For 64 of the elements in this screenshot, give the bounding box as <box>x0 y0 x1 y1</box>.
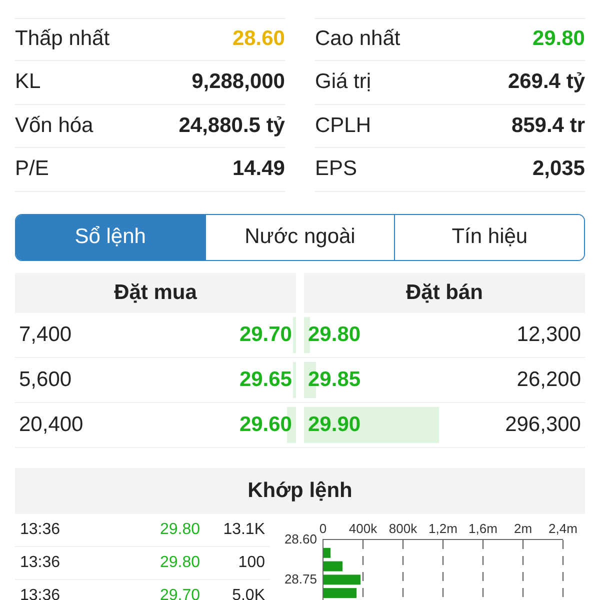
volume-bar <box>324 560 342 571</box>
stat-label: P/E <box>15 157 49 182</box>
stat-label: CPLH <box>315 114 372 138</box>
grid-line <box>482 539 484 600</box>
axis-tick-label: 800k <box>388 520 418 536</box>
grid-line <box>362 539 364 600</box>
stat-value: 859.4 tr <box>511 114 585 138</box>
tab[interactable]: Sổ lệnh <box>16 214 205 260</box>
column-header: Đặt mua <box>15 272 296 312</box>
trade-time: 13:36 <box>20 554 62 572</box>
ask-price: 29.85 <box>308 368 361 392</box>
trade-volume: 100 <box>237 554 265 572</box>
axis-tick-label: 1,2m <box>428 520 458 536</box>
grid-line <box>402 539 404 600</box>
bid-price: 29.65 <box>239 368 292 392</box>
trade-time: 13:36 <box>20 520 62 538</box>
tab[interactable]: Tín hiệu <box>394 214 584 260</box>
trade-price: 29.80 <box>158 520 200 538</box>
section-header: Khớp lệnh <box>15 468 585 514</box>
stat-value: 9,288,000 <box>192 70 285 94</box>
trade-volume: 5.0K <box>231 586 265 600</box>
volume-bar <box>324 547 330 558</box>
grid-line <box>562 539 564 600</box>
ask-volume: 296,300 <box>505 412 581 436</box>
trade-volume: 13.1K <box>222 520 265 538</box>
stat-label: EPS <box>315 157 358 182</box>
axis-tick-label: 400k <box>348 520 378 536</box>
ask-price: 29.80 <box>308 322 361 346</box>
trade-time: 13:36 <box>20 586 62 600</box>
axis-tick-label: 2,4m <box>548 520 578 536</box>
axis-tick-label: 1,6m <box>468 520 498 536</box>
stat-label: Thấp nhất <box>15 27 110 52</box>
axis-tick-label: 28.75 <box>284 571 317 586</box>
stat-value: 269.4 tỷ <box>508 70 585 94</box>
grid-line <box>442 539 444 600</box>
volume-bar <box>324 574 360 584</box>
axis-tick-label: 0 <box>319 520 327 536</box>
ask-volume: 12,300 <box>516 322 581 346</box>
trade-price: 29.80 <box>158 554 200 572</box>
ask-depth-bar <box>304 316 310 352</box>
ask-volume: 26,200 <box>516 368 581 392</box>
stat-value: 29.80 <box>532 27 585 52</box>
stat-value: 24,880.5 tỷ <box>178 114 285 138</box>
bid-price: 29.60 <box>239 412 292 436</box>
ask-price: 29.90 <box>308 412 361 436</box>
stat-label: Cao nhất <box>315 27 400 52</box>
stat-label: Giá trị <box>315 70 372 94</box>
axis-tick-label: 2m <box>514 520 532 536</box>
bid-price: 29.70 <box>239 322 292 346</box>
bid-depth-bar <box>293 362 296 398</box>
axis-tick-label: 28.60 <box>284 531 317 546</box>
stat-value: 14.49 <box>232 157 285 182</box>
volume-bar <box>324 588 356 598</box>
stat-value: 28.60 <box>232 27 285 52</box>
bid-depth-bar <box>292 316 296 352</box>
grid-line <box>522 539 524 600</box>
bid-volume: 20,400 <box>19 412 84 436</box>
stat-label: Vốn hóa <box>15 114 94 138</box>
bid-volume: 7,400 <box>19 322 72 346</box>
bid-volume: 5,600 <box>19 368 72 392</box>
trade-price: 29.70 <box>158 586 200 600</box>
stat-label: KL <box>15 70 41 94</box>
stat-value: 2,035 <box>532 157 585 182</box>
column-header: Đặt bán <box>304 272 585 312</box>
